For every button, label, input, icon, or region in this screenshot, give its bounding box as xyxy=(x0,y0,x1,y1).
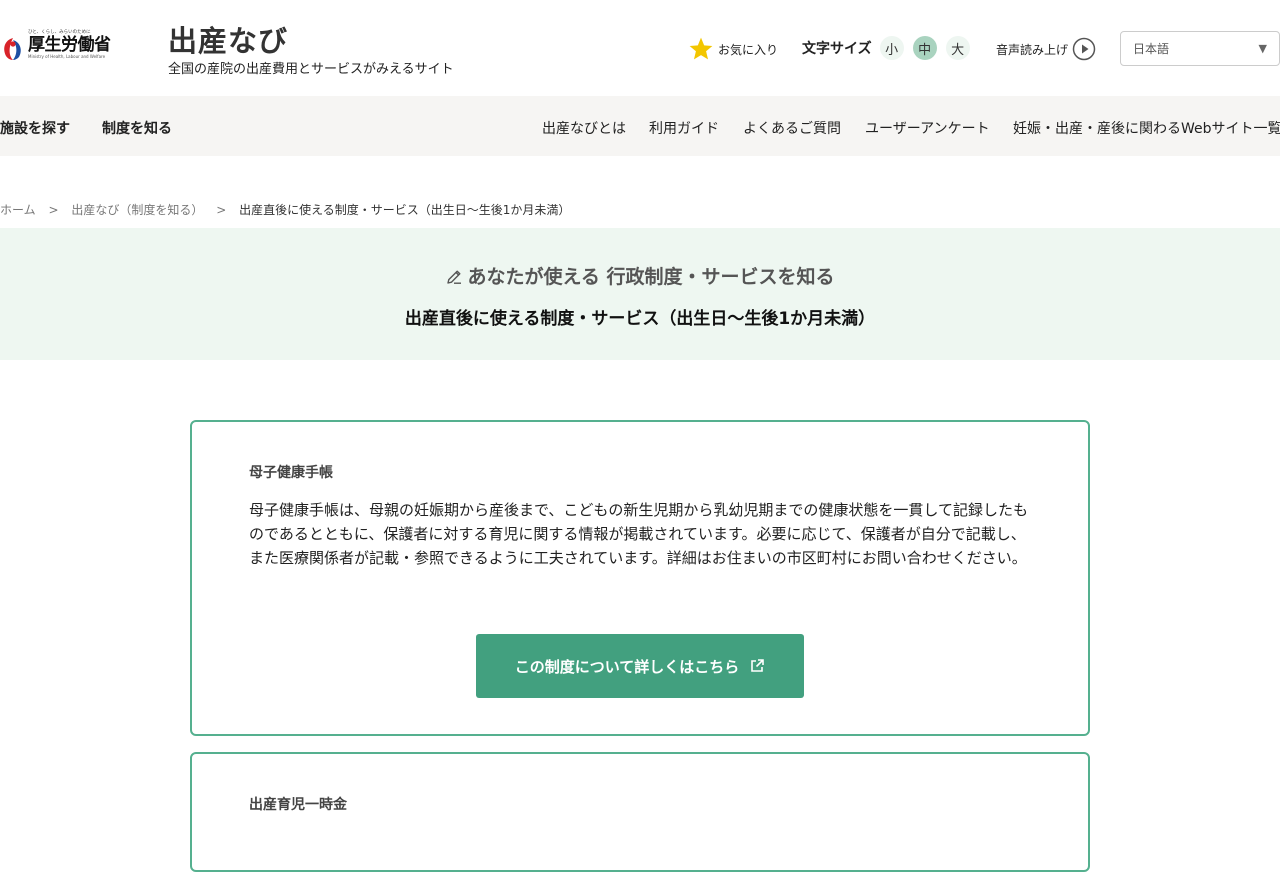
breadcrumb-current: 出産直後に使える制度・サービス（出生日〜生後1か月未満） xyxy=(239,203,571,217)
system-card: 母子健康手帳 母子健康手帳は、母親の妊娠期から産後まで、こどもの新生児期から乳幼… xyxy=(190,420,1090,736)
main-nav: 施設を探す 制度を知る 出産なびとは 利用ガイド よくあるご質問 ユーザーアンケ… xyxy=(0,96,1280,156)
nav-item-survey[interactable]: ユーザーアンケート xyxy=(865,118,990,138)
hero-subtitle: あなたが使える 行政制度・サービスを知る xyxy=(0,262,1280,289)
nav-item-find-facility[interactable]: 施設を探す xyxy=(0,118,70,138)
font-size-control: 文字サイズ 小 中 大 xyxy=(802,36,979,60)
breadcrumb: ホーム > 出産なび（制度を知る） > 出産直後に使える制度・サービス（出生日〜… xyxy=(0,201,570,218)
favorites-label: お気に入り xyxy=(718,42,779,57)
play-circle-icon xyxy=(1072,37,1096,61)
site-title[interactable]: 出産なび xyxy=(168,18,288,60)
breadcrumb-separator: > xyxy=(48,203,59,217)
mhlw-slogan: ひと、くらし、みらいのために xyxy=(28,29,91,35)
mhlw-emblem-icon xyxy=(4,38,21,60)
text-to-speech-button[interactable]: 音声読み上げ xyxy=(996,37,1096,61)
font-size-large-button[interactable]: 大 xyxy=(945,36,970,60)
breadcrumb-learn-system[interactable]: 出産なび（制度を知る） xyxy=(71,203,203,217)
chevron-down-icon: ▼ xyxy=(1258,42,1267,55)
external-link-icon xyxy=(751,659,765,672)
nav-item-related-sites[interactable]: 妊娠・出産・産後に関わるWebサイト一覧 xyxy=(1013,118,1280,138)
mhlw-english-name: Ministry of Health, Labour and Welfare xyxy=(28,54,106,59)
star-icon xyxy=(689,37,713,60)
details-link-label: この制度について詳しくはこちら xyxy=(514,657,740,676)
details-link-button[interactable]: この制度について詳しくはこちら xyxy=(476,634,804,698)
breadcrumb-separator: > xyxy=(216,203,227,217)
system-card: 出産育児一時金 xyxy=(190,752,1090,872)
font-size-label: 文字サイズ xyxy=(802,41,872,57)
hero-subtitle-text: あなたが使える 行政制度・サービスを知る xyxy=(467,266,835,288)
favorites-link[interactable]: お気に入り xyxy=(688,36,778,62)
mhlw-text: ひと、くらし、みらいのために 厚生労働省 Ministry of Health,… xyxy=(28,28,111,59)
site-header: ひと、くらし、みらいのために 厚生労働省 Ministry of Health,… xyxy=(0,0,1280,96)
nav-item-faq[interactable]: よくあるご質問 xyxy=(743,118,841,138)
pencil-icon xyxy=(447,270,462,284)
nav-item-about[interactable]: 出産なびとは xyxy=(542,118,626,138)
font-size-small-button[interactable]: 小 xyxy=(879,36,904,60)
language-selected: 日本語 xyxy=(1133,42,1170,56)
nav-item-guide[interactable]: 利用ガイド xyxy=(649,118,719,138)
mhlw-logo[interactable]: ひと、くらし、みらいのために 厚生労働省 Ministry of Health,… xyxy=(0,28,112,68)
breadcrumb-home[interactable]: ホーム xyxy=(0,203,36,217)
language-select[interactable]: 日本語 ▼ xyxy=(1120,31,1280,66)
font-size-medium-button[interactable]: 中 xyxy=(912,36,937,60)
nav-item-learn-system[interactable]: 制度を知る xyxy=(102,118,172,138)
tts-label: 音声読み上げ xyxy=(996,42,1069,57)
card-title: 母子健康手帳 xyxy=(249,465,333,481)
card-description: 母子健康手帳は、母親の妊娠期から産後まで、こどもの新生児期から乳幼児期までの健康… xyxy=(249,501,1028,567)
page-hero: あなたが使える 行政制度・サービスを知る 出産直後に使える制度・サービス（出生日… xyxy=(0,228,1280,360)
site-tagline: 全国の産院の出産費用とサービスがみえるサイト xyxy=(168,62,454,77)
mhlw-name: 厚生労働省 xyxy=(28,35,111,55)
card-title: 出産育児一時金 xyxy=(249,797,347,813)
page-title: 出産直後に使える制度・サービス（出生日〜生後1か月未満） xyxy=(404,309,876,329)
